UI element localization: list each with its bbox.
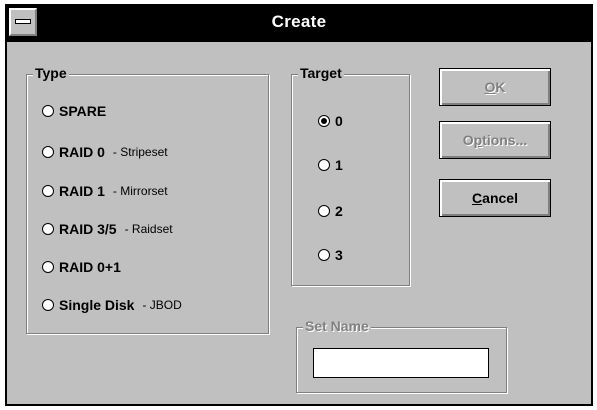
- radio-raid01[interactable]: RAID 0+1: [42, 259, 121, 275]
- radio-button[interactable]: [42, 261, 54, 273]
- radio-label: RAID 0: [59, 144, 105, 160]
- radio-label: RAID 1: [59, 183, 105, 199]
- create-dialog: Create Type SPARE RAID 0 - Stripeset RAI…: [5, 4, 593, 406]
- radio-raid1[interactable]: RAID 1 - Mirrorset: [42, 183, 168, 199]
- radio-raid35[interactable]: RAID 3/5 - Raidset: [42, 221, 173, 237]
- radio-raid0[interactable]: RAID 0 - Stripeset: [42, 144, 168, 160]
- ok-button[interactable]: OK: [439, 68, 551, 106]
- radio-note: - Mirrorset: [112, 184, 168, 198]
- radio-label: RAID 0+1: [59, 259, 121, 275]
- cancel-mnemonic: C: [472, 190, 483, 206]
- radio-button[interactable]: [318, 115, 330, 127]
- radio-label: Single Disk: [59, 297, 135, 313]
- radio-target-1[interactable]: 1: [318, 157, 343, 173]
- title-bar[interactable]: Create: [7, 6, 591, 42]
- radio-note: - Stripeset: [112, 145, 168, 159]
- radio-label: 2: [335, 203, 343, 219]
- options-mnemonic: p: [473, 132, 483, 148]
- radio-label: 0: [335, 113, 343, 129]
- type-group-label: Type: [33, 65, 69, 81]
- radio-button[interactable]: [318, 249, 330, 261]
- set-name-group: Set Name: [296, 318, 507, 393]
- radio-note: - Raidset: [124, 222, 173, 236]
- radio-target-0[interactable]: 0: [318, 113, 343, 129]
- dialog-body: Type SPARE RAID 0 - Stripeset RAID 1 - M…: [7, 42, 591, 404]
- radio-button[interactable]: [42, 105, 54, 117]
- ok-label-rest: K: [495, 79, 506, 95]
- radio-spare[interactable]: SPARE: [42, 103, 106, 119]
- options-label-rest: tions...: [482, 132, 528, 148]
- target-group: Target 0 1 2 3: [291, 65, 410, 286]
- radio-label: RAID 3/5: [59, 221, 117, 237]
- set-name-group-label: Set Name: [303, 318, 371, 334]
- window-title: Create: [271, 12, 327, 31]
- radio-single-disk[interactable]: Single Disk - JBOD: [42, 297, 182, 313]
- radio-button[interactable]: [42, 299, 54, 311]
- set-name-input[interactable]: [313, 348, 489, 378]
- radio-button[interactable]: [318, 205, 330, 217]
- radio-label: 1: [335, 157, 343, 173]
- radio-target-2[interactable]: 2: [318, 203, 343, 219]
- options-label-pre: O: [462, 132, 474, 148]
- type-group: Type SPARE RAID 0 - Stripeset RAID 1 - M…: [26, 65, 269, 334]
- target-group-label: Target: [298, 65, 344, 81]
- radio-label: 3: [335, 247, 343, 263]
- cancel-button[interactable]: Cancel: [439, 179, 551, 217]
- ok-mnemonic: O: [484, 79, 496, 95]
- radio-target-3[interactable]: 3: [318, 247, 343, 263]
- cancel-label-rest: ancel: [482, 190, 518, 206]
- radio-button[interactable]: [42, 223, 54, 235]
- options-button[interactable]: Op tions...: [439, 121, 551, 159]
- radio-note: - JBOD: [142, 298, 182, 312]
- radio-button[interactable]: [42, 146, 54, 158]
- radio-label: SPARE: [59, 103, 107, 119]
- radio-button[interactable]: [42, 185, 54, 197]
- radio-button[interactable]: [318, 159, 330, 171]
